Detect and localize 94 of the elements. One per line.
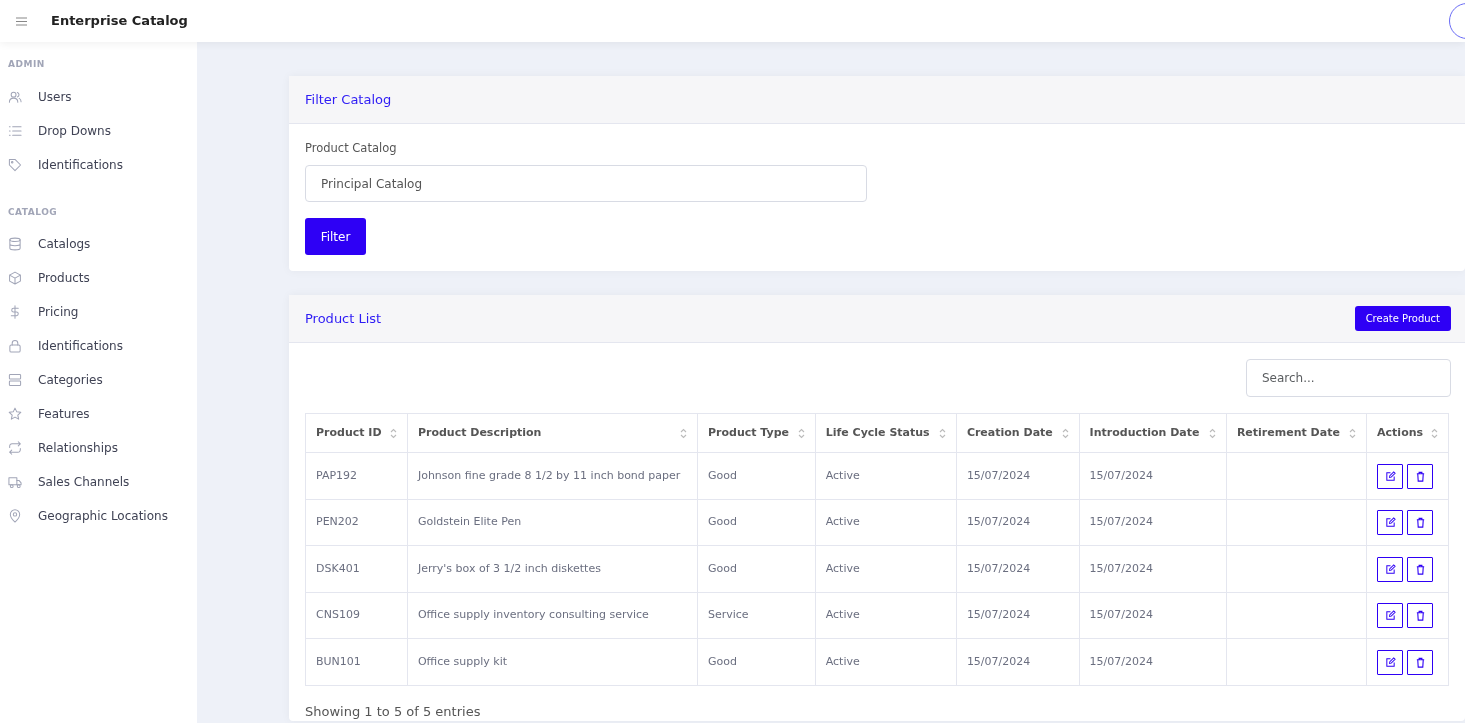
table-cell: Office supply inventory consulting service: [407, 592, 698, 639]
sidebar-item[interactable]: Relationships: [0, 431, 197, 465]
users-icon: [8, 89, 22, 104]
table-cell: CNS109: [305, 592, 408, 639]
table-cell: Office supply kit: [407, 638, 698, 686]
truck-icon: [8, 475, 22, 489]
table-cell: Active: [815, 638, 957, 686]
table-cell: Active: [815, 545, 957, 593]
table-cell: 15/07/2024: [1079, 638, 1227, 686]
section-heading: CATALOG: [7, 205, 59, 219]
table-cell: 15/07/2024: [1079, 452, 1227, 500]
table-cell: PAP192: [305, 452, 408, 500]
edit-icon: [1384, 563, 1396, 575]
menu-icon[interactable]: [16, 16, 27, 26]
table-cell: PEN202: [305, 499, 408, 546]
section-heading: ADMIN: [7, 58, 46, 71]
delete-button[interactable]: [1407, 556, 1434, 582]
table-cell: Goldstein Elite Pen: [407, 499, 698, 546]
list-icon: [8, 123, 22, 138]
column-header[interactable]: Life Cycle Status: [815, 413, 957, 453]
field-label: Product Catalog: [305, 140, 398, 157]
column-header[interactable]: Product Type: [697, 413, 816, 453]
column-header[interactable]: Creation Date: [956, 413, 1080, 453]
trash-icon: [1414, 517, 1426, 528]
edit-button[interactable]: [1377, 649, 1404, 675]
sidebar-item[interactable]: Drop Downs: [0, 113, 197, 148]
repeat-icon: [8, 441, 22, 455]
delete-button[interactable]: [1407, 649, 1434, 675]
table-cell: Good: [697, 499, 816, 546]
database-icon: [8, 237, 22, 251]
table-cell: 15/07/2024: [1079, 499, 1227, 546]
edit-icon: [1384, 517, 1396, 528]
dollar-icon: [8, 305, 22, 319]
sidebar-item[interactable]: Categories: [0, 363, 197, 397]
table-cell: 15/07/2024: [956, 452, 1080, 500]
tag-icon: [8, 157, 22, 172]
table-cell: Active: [815, 499, 957, 546]
star-icon: [8, 407, 22, 421]
trash-icon: [1414, 470, 1426, 482]
column-header[interactable]: Product Description: [407, 413, 698, 453]
sidebar-item[interactable]: Pricing: [0, 295, 197, 329]
trash-icon: [1414, 610, 1426, 621]
edit-icon: [1384, 610, 1396, 621]
edit-button[interactable]: [1377, 463, 1404, 489]
column-header[interactable]: Introduction Date: [1079, 413, 1227, 453]
table-cell: Good: [697, 452, 816, 500]
search-field[interactable]: Search...: [1246, 359, 1451, 398]
sidebar-item[interactable]: Features: [0, 397, 197, 431]
table-cell: 15/07/2024: [956, 499, 1080, 546]
trash-icon: [1414, 563, 1426, 575]
edit-icon: [1384, 470, 1396, 482]
server-icon: [8, 373, 22, 387]
catalog-field[interactable]: Principal Catalog: [305, 165, 867, 203]
table-cell: 15/07/2024: [956, 592, 1080, 639]
table-cell: 15/07/2024: [956, 638, 1080, 686]
table-cell: 15/07/2024: [1079, 592, 1227, 639]
delete-button[interactable]: [1407, 463, 1434, 489]
filter-button[interactable]: Filter: [305, 218, 366, 256]
table-cell: 15/07/2024: [1079, 545, 1227, 593]
create-product-button[interactable]: Create Product: [1354, 306, 1451, 332]
sidebar-item[interactable]: Geographic Locations: [0, 499, 197, 533]
sidebar-item[interactable]: Identifications: [0, 147, 197, 182]
sidebar-item[interactable]: Identifications: [0, 329, 197, 363]
sidebar-item[interactable]: Products: [0, 261, 197, 295]
column-header[interactable]: Actions: [1366, 413, 1449, 453]
sidebar-item[interactable]: Catalogs: [0, 227, 197, 261]
card-title: Product List: [305, 310, 382, 328]
table-cell: Jerry's box of 3 1/2 inch diskettes: [407, 545, 698, 593]
edit-icon: [1384, 656, 1396, 668]
sidebar-item[interactable]: Users: [0, 79, 197, 114]
delete-button[interactable]: [1407, 510, 1434, 535]
card-title: Filter Catalog: [305, 90, 392, 109]
table-cell: Active: [815, 592, 957, 639]
table-cell: Good: [697, 638, 816, 686]
table-cell: DSK401: [305, 545, 408, 593]
edit-button[interactable]: [1377, 603, 1404, 628]
table-cell: Johnson fine grade 8 1/2 by 11 inch bond paper: [407, 452, 698, 500]
trash-icon: [1414, 656, 1426, 668]
table-cell: 15/07/2024: [956, 545, 1080, 593]
box-icon: [8, 271, 22, 285]
app-title: Enterprise Catalog: [51, 12, 188, 31]
table-cell: Active: [815, 452, 957, 500]
column-header[interactable]: Retirement Date: [1226, 413, 1367, 453]
location-pin-icon: [8, 509, 22, 523]
table-cell: Service: [697, 592, 816, 639]
table-cell: Good: [697, 545, 816, 593]
table-cell: BUN101: [305, 638, 408, 686]
sidebar-item[interactable]: Sales Channels: [0, 465, 197, 499]
entries-info: Showing 1 to 5 of 5 entries: [305, 702, 482, 721]
edit-button[interactable]: [1377, 510, 1404, 535]
column-header[interactable]: Product ID: [305, 413, 408, 453]
lock-icon: [8, 339, 22, 353]
delete-button[interactable]: [1407, 603, 1434, 628]
edit-button[interactable]: [1377, 556, 1404, 582]
